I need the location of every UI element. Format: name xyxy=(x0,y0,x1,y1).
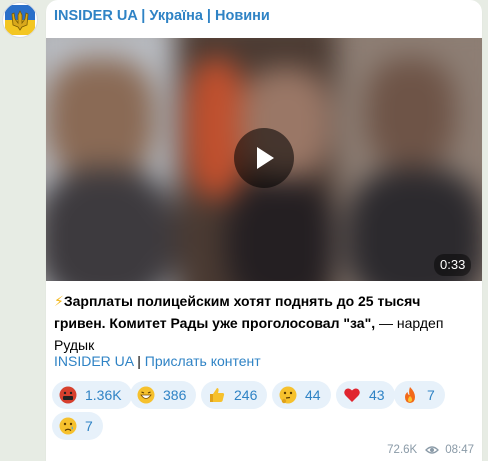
ukraine-trident-icon xyxy=(5,5,35,35)
reaction-count: 246 xyxy=(234,387,258,403)
channel-link[interactable]: INSIDER UA xyxy=(54,353,133,369)
thumbs-up-icon xyxy=(210,388,225,402)
message-links: INSIDER UA | Прислать контент xyxy=(54,353,261,369)
message-bubble: INSIDER UA | Україна | Новини 0:33 ⚡Зарп… xyxy=(46,0,482,461)
reaction-count: 44 xyxy=(305,387,321,403)
crying-face-icon xyxy=(59,417,77,435)
fire-icon xyxy=(405,387,415,403)
reaction-count: 1.36K xyxy=(85,387,122,403)
message-time: 08:47 xyxy=(445,444,474,456)
red-heart-icon xyxy=(344,388,360,402)
eye-icon xyxy=(425,446,440,454)
reaction-thinking[interactable]: 44 xyxy=(272,381,331,409)
message-meta: 72.6K 08:47 xyxy=(387,444,474,456)
reaction-fire[interactable]: 7 xyxy=(394,381,445,409)
message-headline: Зарплаты полицейским хотят поднять до 25… xyxy=(54,293,421,331)
reaction-swearing[interactable]: 1.36K xyxy=(52,381,132,409)
reaction-count: 7 xyxy=(85,418,93,434)
face-swearing-icon xyxy=(59,386,77,404)
channel-name[interactable]: INSIDER UA | Україна | Новини xyxy=(54,8,270,24)
reaction-grinning[interactable]: 386 xyxy=(130,381,197,409)
reaction-count: 7 xyxy=(427,387,435,403)
channel-avatar[interactable] xyxy=(2,2,38,38)
video-preview[interactable]: 0:33 xyxy=(46,38,482,281)
thinking-face-icon xyxy=(279,386,297,404)
message-text: ⚡Зарплаты полицейским хотят поднять до 2… xyxy=(54,290,474,356)
play-button[interactable] xyxy=(234,128,294,188)
submit-content-link[interactable]: Прислать контент xyxy=(145,353,261,369)
link-separator: | xyxy=(137,353,141,369)
play-icon xyxy=(257,147,274,169)
grinning-face-icon xyxy=(137,386,155,404)
lightning-emoji: ⚡ xyxy=(54,293,64,309)
reaction-crying[interactable]: 7 xyxy=(52,412,103,440)
reaction-thumbs-up[interactable]: 246 xyxy=(201,381,268,409)
reaction-heart[interactable]: 43 xyxy=(336,381,395,409)
reaction-count: 386 xyxy=(163,387,187,403)
view-count: 72.6K xyxy=(387,444,418,456)
video-duration: 0:33 xyxy=(434,254,472,276)
reaction-count: 43 xyxy=(369,387,385,403)
